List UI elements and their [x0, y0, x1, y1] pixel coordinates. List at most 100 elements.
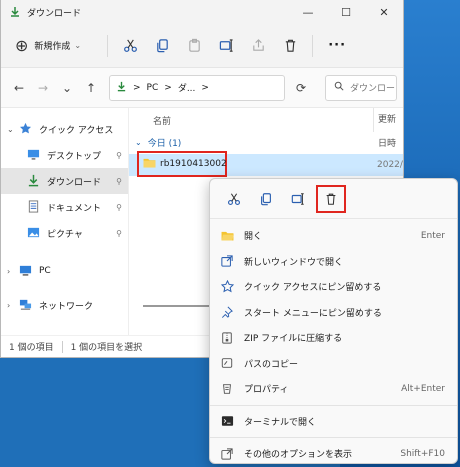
column-headers: 名前 更新日時 [129, 108, 403, 149]
menu-item-more-options[interactable]: その他のオプションを表示 Shift+F10 [210, 441, 457, 467]
menu-item-label: ターミナルで開く [244, 417, 317, 428]
status-item-count: 1 個の項目 [9, 343, 54, 353]
up-button[interactable]: ↑ [79, 81, 103, 95]
sidebar-item-label: PC [39, 266, 51, 276]
file-name: rb1910413002 [160, 159, 227, 169]
command-bar: ⊕ 新規作成 ⌄ ··· [1, 24, 403, 68]
context-menu-quick-actions [210, 179, 457, 219]
cut-icon[interactable] [218, 185, 250, 213]
window-title: ダウンロード [27, 8, 82, 19]
copy-icon[interactable] [146, 32, 178, 60]
navigation-pane: ⌄ クイック アクセス デスクトップ ⚲ ダウンロード ⚲ ドキュメント ⚲ ピ… [1, 108, 129, 335]
menu-divider [210, 437, 457, 438]
cut-icon[interactable] [114, 32, 146, 60]
menu-item-copy-path[interactable]: パスのコピー [210, 351, 457, 377]
minimize-button[interactable]: — [289, 0, 327, 24]
menu-item-open-new-window[interactable]: 新しいウィンドウで開く [210, 249, 457, 275]
sidebar-item-documents[interactable]: ドキュメント ⚲ [1, 194, 128, 220]
forward-button[interactable]: → [31, 81, 55, 95]
new-button[interactable]: ⊕ 新規作成 ⌄ [9, 32, 87, 60]
breadcrumb-separator: > [133, 82, 141, 93]
rename-icon[interactable] [282, 185, 314, 213]
sidebar-item-pc[interactable]: › PC [1, 258, 128, 284]
back-button[interactable]: ← [7, 81, 31, 95]
network-icon [19, 298, 33, 312]
folder-icon [143, 157, 156, 171]
copy-icon[interactable] [250, 185, 282, 213]
pin-icon: ⚲ [116, 202, 122, 212]
menu-item-open-terminal[interactable]: ターミナルで開く [210, 409, 457, 435]
menu-item-shortcut: Shift+F10 [400, 448, 445, 459]
menu-item-properties[interactable]: プロパティ Alt+Enter [210, 376, 457, 402]
column-header-date[interactable]: 更新日時 [373, 108, 403, 149]
breadcrumb-separator: > [201, 82, 209, 93]
star-icon [19, 122, 33, 136]
file-row[interactable]: rb1910413002 2022/08 [129, 151, 403, 177]
menu-item-pin-start[interactable]: スタート メニューにピン留めする [210, 300, 457, 326]
menu-item-label: 新しいウィンドウで開く [244, 257, 344, 268]
sidebar-item-label: ピクチャ [47, 229, 83, 240]
desktop-icon [27, 148, 41, 162]
menu-item-label: プロパティ [244, 385, 289, 396]
rename-icon[interactable] [210, 32, 242, 60]
plus-icon: ⊕ [15, 36, 29, 55]
download-location-icon [116, 81, 127, 95]
more-icon[interactable]: ··· [319, 32, 355, 60]
zip-icon [220, 331, 234, 345]
sidebar-item-pictures[interactable]: ピクチャ ⚲ [1, 220, 128, 246]
sidebar-item-desktop[interactable]: デスクトップ ⚲ [1, 142, 128, 168]
address-row: ← → ⌄ ↑ > PC > ダ... > ⟳ ダウンロードの検索 [1, 68, 403, 108]
expander-icon[interactable]: › [7, 301, 19, 310]
download-icon [27, 174, 41, 188]
menu-item-pin-quick-access[interactable]: クイック アクセスにピン留めする [210, 274, 457, 300]
pc-icon [19, 264, 33, 278]
download-folder-icon [9, 6, 21, 18]
menu-item-label: ZIP ファイルに圧縮する [244, 334, 343, 345]
menu-item-label: その他のオプションを表示 [244, 450, 353, 461]
new-window-icon [220, 254, 234, 268]
column-header-name[interactable]: 名前 [153, 114, 171, 127]
new-button-label: 新規作成 [34, 42, 71, 52]
pictures-icon [27, 226, 41, 240]
sidebar-item-label: ダウンロード [47, 177, 102, 188]
document-icon [27, 200, 41, 214]
star-outline-icon [220, 280, 234, 294]
sidebar-item-quick-access[interactable]: ⌄ クイック アクセス [1, 116, 128, 142]
menu-item-open[interactable]: 開く Enter [210, 223, 457, 249]
sidebar-item-label: ネットワーク [39, 301, 94, 312]
maximize-button[interactable]: ☐ [327, 0, 365, 24]
copy-path-icon [220, 356, 234, 370]
chevron-down-icon: ⌄ [74, 41, 82, 50]
search-placeholder: ダウンロードの検索 [350, 84, 396, 94]
toolbar-divider [107, 34, 109, 57]
open-folder-icon [220, 229, 234, 243]
breadcrumb-downloads[interactable]: ダ... [178, 81, 196, 94]
group-header-today[interactable]: ⌄ 今日 (1) [129, 132, 403, 152]
context-menu: 開く Enter 新しいウィンドウで開く クイック アクセスにピン留めする スタ… [209, 178, 458, 464]
refresh-icon[interactable]: ⟳ [289, 81, 313, 95]
delete-icon[interactable] [316, 184, 346, 213]
chevron-down-icon: ⌄ [135, 137, 142, 147]
terminal-icon [220, 414, 234, 428]
menu-item-compress-zip[interactable]: ZIP ファイルに圧縮する [210, 325, 457, 351]
expander-icon[interactable]: ⌄ [7, 125, 19, 134]
search-input[interactable]: ダウンロードの検索 [325, 74, 397, 101]
menu-item-label: スタート メニューにピン留めする [244, 308, 382, 319]
highlighted-file-name[interactable]: rb1910413002 [137, 151, 227, 177]
delete-icon[interactable] [274, 32, 306, 60]
title-bar: ダウンロード — ☐ ✕ [1, 0, 403, 24]
sidebar-item-downloads[interactable]: ダウンロード ⚲ [1, 168, 128, 194]
address-bar[interactable]: > PC > ダ... > [109, 74, 285, 101]
expander-icon[interactable]: › [7, 267, 19, 276]
status-selected-count: 1 個の項目を選択 [70, 343, 143, 353]
paste-icon[interactable] [178, 32, 210, 60]
recent-locations-button[interactable]: ⌄ [55, 81, 79, 95]
share-icon[interactable] [242, 32, 274, 60]
sidebar-item-network[interactable]: › ネットワーク [1, 292, 128, 318]
menu-item-label: 開く [244, 232, 263, 243]
menu-item-label: パスのコピー [244, 359, 299, 370]
breadcrumb-pc[interactable]: PC [147, 83, 159, 93]
menu-divider [210, 404, 457, 406]
close-button[interactable]: ✕ [365, 0, 403, 24]
properties-icon [220, 382, 234, 396]
